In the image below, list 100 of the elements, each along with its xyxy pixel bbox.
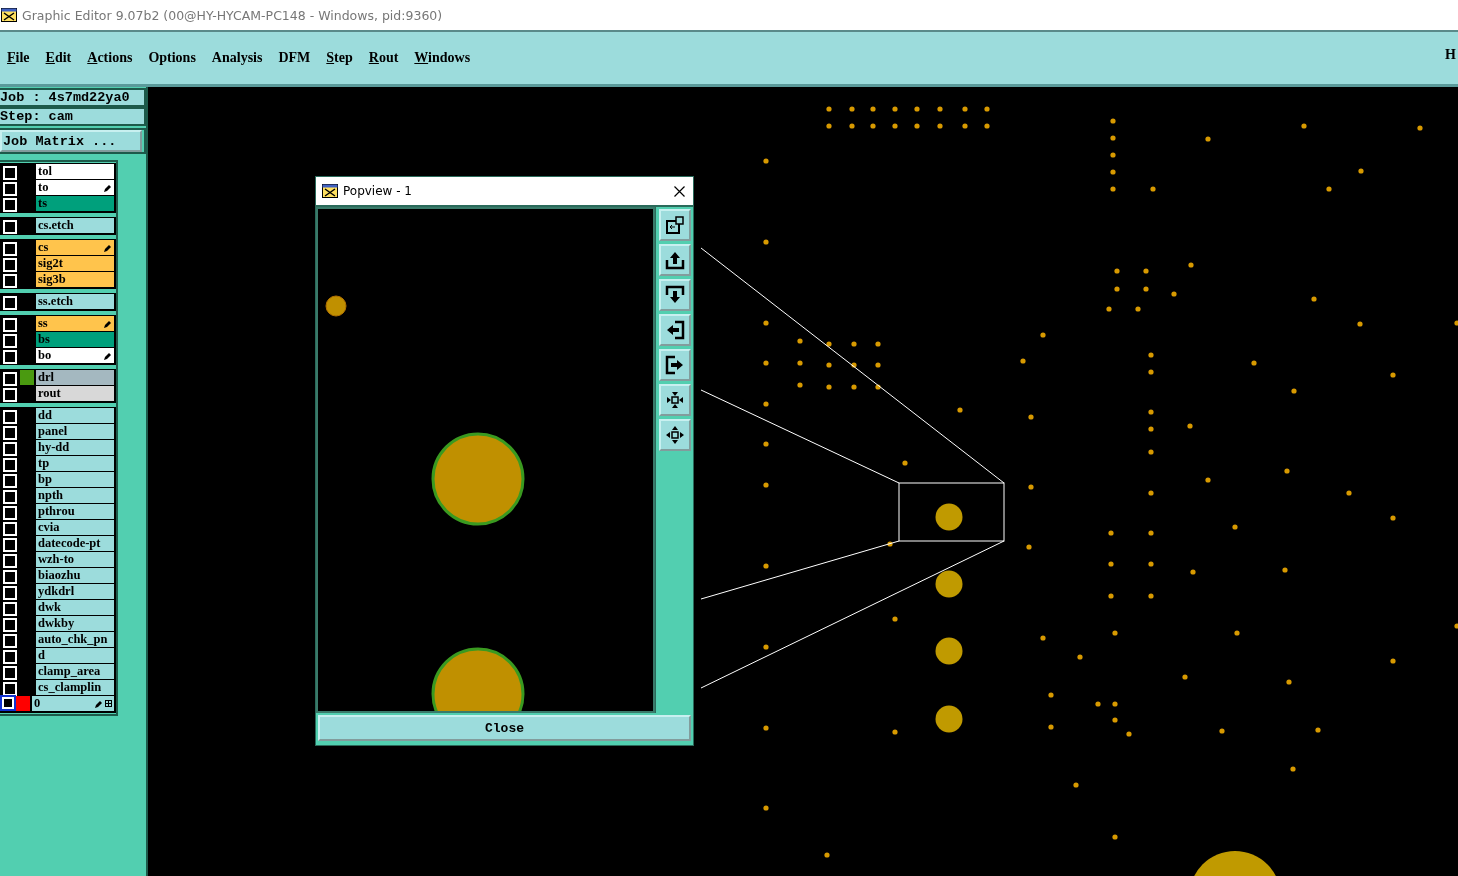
menu-item[interactable]: Actions: [87, 50, 133, 66]
layer-name[interactable]: tol: [36, 164, 114, 179]
toolbar-button[interactable]: [659, 314, 691, 346]
layer-name[interactable]: ss.etch: [36, 294, 114, 309]
checkbox[interactable]: [3, 650, 17, 664]
layer-name[interactable]: npth: [36, 488, 114, 503]
layer-name[interactable]: wzh-to: [36, 552, 114, 567]
checkbox[interactable]: [3, 410, 17, 424]
layer-name[interactable]: drl: [36, 370, 114, 385]
toolbar-button[interactable]: [659, 279, 691, 311]
checkbox[interactable]: [3, 586, 17, 600]
checkbox[interactable]: [3, 666, 17, 680]
checkbox[interactable]: [3, 318, 17, 332]
layer-name[interactable]: auto_chk_pn: [36, 632, 114, 647]
toolbar-button[interactable]: [659, 349, 691, 381]
checkbox[interactable]: [3, 506, 17, 520]
pan-right-icon: [665, 355, 685, 375]
layer-name[interactable]: bp: [36, 472, 114, 487]
layer-name[interactable]: dwk: [36, 600, 114, 615]
pen-icon: [104, 319, 112, 328]
layer-name[interactable]: 0: [32, 696, 114, 711]
pan-up-icon: [665, 250, 685, 270]
checkbox[interactable]: [3, 570, 17, 584]
checkbox[interactable]: [3, 538, 17, 552]
checkbox[interactable]: [3, 258, 17, 272]
job-matrix-button[interactable]: Job Matrix ...: [0, 130, 142, 152]
layer-name[interactable]: datecode-pt: [36, 536, 114, 551]
close-icon: [673, 185, 685, 197]
checkbox[interactable]: [3, 442, 17, 456]
menu-item[interactable]: Edit: [45, 50, 72, 66]
checkbox[interactable]: [3, 242, 17, 256]
app-icon: [322, 184, 338, 198]
menu-item[interactable]: Rout: [368, 50, 399, 66]
checkbox[interactable]: [3, 350, 17, 364]
layer-name[interactable]: bs: [36, 332, 114, 347]
layer-name[interactable]: dd: [36, 408, 114, 423]
checkbox[interactable]: [2, 697, 14, 709]
checkbox[interactable]: [3, 388, 17, 402]
layer-name[interactable]: ss: [36, 316, 114, 331]
layer-name[interactable]: dwkby: [36, 616, 114, 631]
pen-icon: [104, 351, 112, 360]
checkbox[interactable]: [3, 220, 17, 234]
menu-item[interactable]: Step: [326, 50, 353, 66]
checkbox[interactable]: [3, 198, 17, 212]
layer-name[interactable]: cvia: [36, 520, 114, 535]
menu-item[interactable]: Windows: [414, 50, 471, 66]
layer-name[interactable]: panel: [36, 424, 114, 439]
menu-item[interactable]: Options: [148, 50, 196, 66]
checkbox[interactable]: [3, 274, 17, 288]
toolbar-button[interactable]: [659, 419, 691, 451]
toolbar-button[interactable]: [659, 209, 691, 241]
layer-name[interactable]: tp: [36, 456, 114, 471]
pen-icon: [104, 243, 112, 252]
toolbar-button[interactable]: [659, 384, 691, 416]
pen-icon: [104, 183, 112, 192]
close-button[interactable]: Close: [318, 715, 691, 741]
app-icon: [1, 8, 17, 22]
menu-item[interactable]: DFM: [278, 50, 311, 66]
window-title: Popview - 1: [343, 184, 413, 198]
window-icon: [665, 215, 685, 235]
layer-name[interactable]: cs: [36, 240, 114, 255]
checkbox[interactable]: [3, 458, 17, 472]
window-title: Graphic Editor 9.07b2 (00@HY-HYCAM-PC148 - Windows, pid:9360): [22, 7, 443, 23]
layer-name[interactable]: cs_clamplin: [36, 680, 114, 695]
checkbox[interactable]: [3, 296, 17, 310]
checkbox[interactable]: [3, 522, 17, 536]
checkbox[interactable]: [3, 166, 17, 180]
checkbox[interactable]: [3, 634, 17, 648]
checkbox[interactable]: [3, 182, 17, 196]
layer-name[interactable]: cs.etch: [36, 218, 114, 233]
menu-item[interactable]: File: [7, 50, 30, 66]
layer-name[interactable]: rout: [36, 386, 114, 401]
layer-name[interactable]: hy-dd: [36, 440, 114, 455]
checkbox[interactable]: [3, 682, 17, 696]
layer-name[interactable]: sig2t: [36, 256, 114, 271]
checkbox[interactable]: [3, 554, 17, 568]
checkbox[interactable]: [3, 372, 17, 386]
checkbox[interactable]: [3, 602, 17, 616]
layer-name[interactable]: to: [36, 180, 114, 195]
layer-name[interactable]: sig3b: [36, 272, 114, 287]
step-name: Step: cam: [0, 107, 146, 126]
layer-name[interactable]: d: [36, 648, 114, 663]
job-name: Job : 4s7md22ya0: [0, 88, 146, 107]
checkbox[interactable]: [3, 334, 17, 348]
toolbar-button[interactable]: [659, 244, 691, 276]
checkbox[interactable]: [3, 426, 17, 440]
checkbox[interactable]: [3, 618, 17, 632]
layer-name[interactable]: ydkdrl: [36, 584, 114, 599]
zoom-out-icon: [665, 425, 685, 445]
zoom-in-icon: [665, 390, 685, 410]
layer-name[interactable]: bo: [36, 348, 114, 363]
layer-name[interactable]: ts: [36, 196, 114, 211]
layer-name[interactable]: biaozhu: [36, 568, 114, 583]
menu-item[interactable]: H: [1445, 47, 1456, 63]
checkbox[interactable]: [3, 490, 17, 504]
checkbox[interactable]: [3, 474, 17, 488]
menu-item[interactable]: Analysis: [211, 50, 263, 66]
layer-name[interactable]: clamp_area: [36, 664, 114, 679]
layer-name[interactable]: pthrou: [36, 504, 114, 519]
pen-icon: [95, 699, 103, 708]
